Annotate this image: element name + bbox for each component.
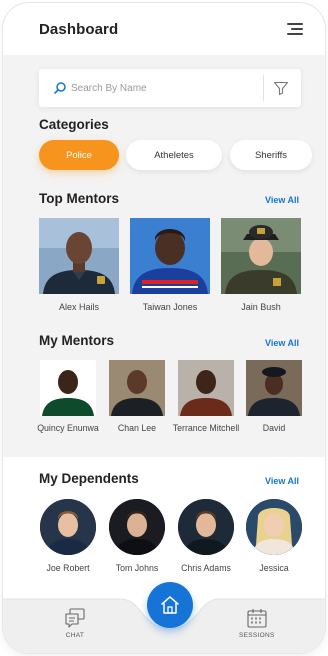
dependent-avatar (246, 499, 302, 555)
search-divider (263, 75, 264, 101)
top-mentor-card[interactable]: Jain Bush (221, 218, 301, 312)
home-icon (161, 596, 179, 614)
categories-title: Categories (39, 117, 109, 132)
dependent-card[interactable]: Chris Adams (178, 499, 234, 573)
nav-sessions[interactable]: SESSIONS (239, 607, 275, 639)
dependent-name: Joe Robert (46, 563, 90, 573)
dependent-name: Tom Johns (115, 563, 159, 573)
dependent-avatar (40, 499, 96, 555)
search-input[interactable] (71, 82, 251, 94)
nav-chat-label: CHAT (65, 632, 85, 639)
home-button[interactable] (147, 582, 193, 628)
mentor-photo (221, 218, 301, 294)
mentor-name: Taiwan Jones (142, 302, 198, 312)
my-mentor-card[interactable]: Terrance Mitchell (173, 360, 239, 433)
my-mentor-card[interactable]: David (246, 360, 302, 433)
nav-sessions-label: SESSIONS (239, 632, 275, 639)
mentor-name: Alex Hails (58, 302, 99, 312)
chip-atheletes[interactable]: Atheletes (126, 140, 222, 170)
app-header: Dashboard (3, 3, 325, 55)
page-title: Dashboard (39, 20, 119, 38)
dependent-card[interactable]: Joe Robert (40, 499, 96, 573)
top-mentors-title: Top Mentors (39, 191, 119, 206)
filter-icon[interactable] (273, 80, 289, 96)
search-bar (39, 69, 301, 107)
phone-frame: Dashboard Categories Police Atheletes Sh… (3, 3, 325, 653)
my-mentor-card[interactable]: Quincy Enunwa (37, 360, 99, 433)
my-mentors-view-all-link[interactable]: View All (265, 338, 299, 348)
mentor-photo (246, 360, 302, 416)
my-dependents-view-all-link[interactable]: View All (265, 476, 299, 486)
calendar-icon (247, 609, 267, 628)
my-mentors-title: My Mentors (39, 333, 115, 348)
dependent-card[interactable]: Tom Johns (109, 499, 165, 573)
chip-sheriffs[interactable]: Sheriffs (230, 140, 312, 170)
my-dependents-title: My Dependents (39, 471, 139, 486)
mentor-photo (109, 360, 165, 416)
nav-chat[interactable]: CHAT (64, 607, 86, 639)
hamburger-menu-icon[interactable] (287, 23, 303, 35)
mentor-photo (130, 218, 210, 294)
mentor-photo (39, 218, 119, 294)
top-mentor-card[interactable]: Taiwan Jones (130, 218, 210, 312)
mentor-name: David (262, 423, 286, 433)
dependent-name: Jessica (259, 563, 289, 573)
dependent-avatar (178, 499, 234, 555)
mentor-photo (178, 360, 234, 416)
top-mentors-view-all-link[interactable]: View All (265, 195, 299, 205)
my-mentor-card[interactable]: Chan Lee (109, 360, 165, 433)
dependent-card[interactable]: Jessica (246, 499, 302, 573)
chat-icon (65, 608, 85, 628)
mentor-photo (40, 360, 96, 416)
dependent-avatar (109, 499, 165, 555)
mentor-name: Jain Bush (241, 302, 281, 312)
chip-police[interactable]: Police (39, 140, 119, 170)
top-mentor-card[interactable]: Alex Hails (39, 218, 119, 312)
search-icon (54, 82, 66, 94)
